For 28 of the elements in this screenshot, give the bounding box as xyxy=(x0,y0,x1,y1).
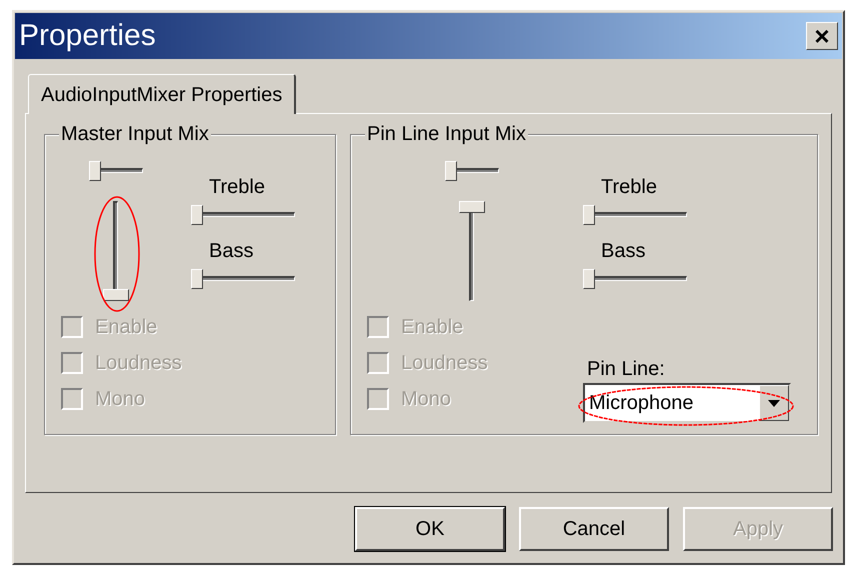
slider-label: Bass xyxy=(601,239,646,263)
slider-label: Treble xyxy=(209,175,266,199)
slider-label: Bass xyxy=(209,239,254,263)
slider-thumb[interactable] xyxy=(583,205,595,225)
slider[interactable] xyxy=(103,201,129,301)
slider[interactable] xyxy=(89,161,143,181)
slider[interactable] xyxy=(445,161,499,181)
slider-thumb[interactable] xyxy=(89,161,101,181)
close-button[interactable]: × xyxy=(806,22,838,50)
slider-thumb[interactable] xyxy=(191,205,203,225)
slider-thumb[interactable] xyxy=(445,161,457,181)
slider-label: Treble xyxy=(601,175,658,199)
tab[interactable]: AudioInputMixer Properties xyxy=(28,74,296,114)
dialog-button[interactable]: OK xyxy=(355,507,505,551)
dialog-button[interactable]: Cancel xyxy=(519,507,669,551)
pin-line-dropdown[interactable]: Microphone xyxy=(583,383,791,423)
window-title: Properties xyxy=(19,19,156,53)
slider[interactable] xyxy=(583,269,687,289)
slider-thumb[interactable] xyxy=(103,289,129,301)
slider[interactable] xyxy=(583,205,687,225)
slider[interactable] xyxy=(459,201,485,301)
slider[interactable] xyxy=(191,269,295,289)
slider[interactable] xyxy=(191,205,295,225)
slider-thumb[interactable] xyxy=(583,269,595,289)
pin-line-label: Pin Line: xyxy=(587,357,666,381)
slider-thumb[interactable] xyxy=(191,269,203,289)
slider-thumb[interactable] xyxy=(459,201,485,213)
dropdown-arrow-icon xyxy=(768,400,780,406)
